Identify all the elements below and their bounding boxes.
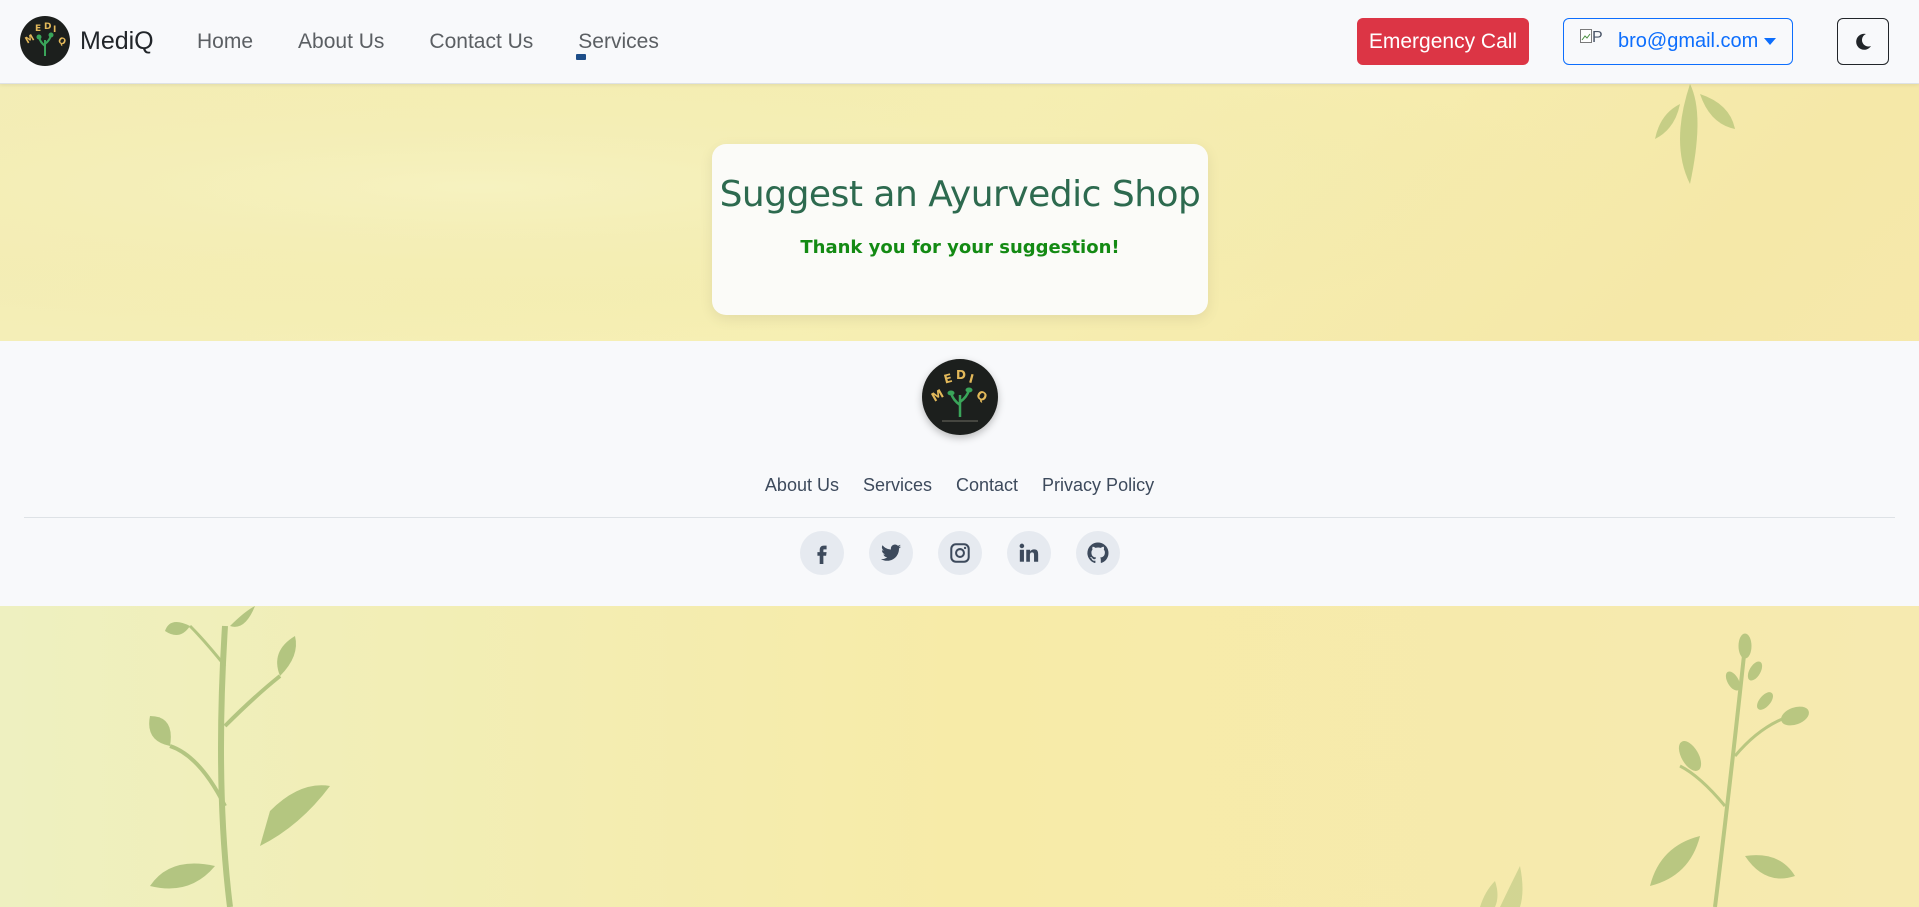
brand[interactable]: M E D I Q MediQ [20, 16, 154, 66]
nav-links: Home About Us Contact Us Services [197, 0, 704, 84]
nav-about-us[interactable]: About Us [298, 30, 384, 54]
plant-illustration [0, 606, 1919, 907]
svg-text:D: D [44, 22, 51, 32]
svg-text:Q: Q [974, 387, 990, 404]
moon-icon [1856, 33, 1871, 50]
footer-link-contact[interactable]: Contact [956, 475, 1018, 496]
twitter-link[interactable] [869, 531, 913, 575]
user-dropdown-button[interactable]: P bro@gmail.com [1563, 18, 1793, 65]
avatar-alt-text: P [1592, 28, 1603, 46]
background-decoration [0, 606, 1919, 907]
github-icon [1087, 542, 1109, 564]
hero-section: Suggest an Ayurvedic Shop Thank you for … [0, 84, 1919, 341]
suggestion-card: Suggest an Ayurvedic Shop Thank you for … [712, 144, 1208, 315]
dropdown-indicator-icon [576, 54, 587, 60]
footer: M E D I Q About Us Services Contact Priv… [0, 341, 1919, 606]
brand-logo: M E D I Q [20, 16, 70, 66]
svg-text:E: E [942, 371, 954, 387]
nav-services-label: Services [578, 30, 659, 53]
theme-toggle-button[interactable] [1837, 18, 1889, 65]
navbar: M E D I Q MediQ Home About Us Contact Us… [0, 0, 1919, 84]
broken-image-icon [1580, 28, 1592, 43]
user-email: bro@gmail.com [1618, 30, 1759, 52]
nav-services[interactable]: Services [576, 30, 659, 60]
linkedin-icon [1019, 543, 1039, 562]
svg-text:M: M [24, 33, 37, 46]
brand-name: MediQ [80, 26, 154, 55]
social-links [800, 531, 1145, 575]
footer-link-about-us[interactable]: About Us [765, 475, 839, 496]
nav-home[interactable]: Home [197, 30, 253, 54]
footer-link-services[interactable]: Services [863, 475, 932, 496]
svg-text:I: I [967, 371, 975, 386]
svg-text:M: M [929, 386, 946, 404]
twitter-icon [880, 544, 902, 561]
svg-text:I: I [53, 25, 56, 35]
svg-text:E: E [35, 24, 41, 34]
chevron-down-icon [1764, 38, 1777, 45]
github-link[interactable] [1076, 531, 1120, 575]
svg-text:Q: Q [56, 36, 68, 49]
facebook-icon [817, 545, 827, 564]
footer-links: About Us Services Contact Privacy Policy [0, 475, 1919, 496]
linkedin-link[interactable] [1007, 531, 1051, 575]
svg-text:D: D [956, 368, 966, 382]
footer-logo: M E D I Q [922, 359, 998, 435]
facebook-link[interactable] [800, 531, 844, 575]
nav-contact-us[interactable]: Contact Us [429, 30, 533, 54]
footer-link-privacy-policy[interactable]: Privacy Policy [1042, 475, 1154, 496]
footer-divider [24, 517, 1895, 518]
emergency-call-button[interactable]: Emergency Call [1357, 18, 1529, 65]
card-title: Suggest an Ayurvedic Shop [719, 174, 1201, 215]
instagram-icon [950, 543, 970, 563]
success-message: Thank you for your suggestion! [800, 237, 1120, 258]
avatar: P [1580, 28, 1610, 55]
instagram-link[interactable] [938, 531, 982, 575]
